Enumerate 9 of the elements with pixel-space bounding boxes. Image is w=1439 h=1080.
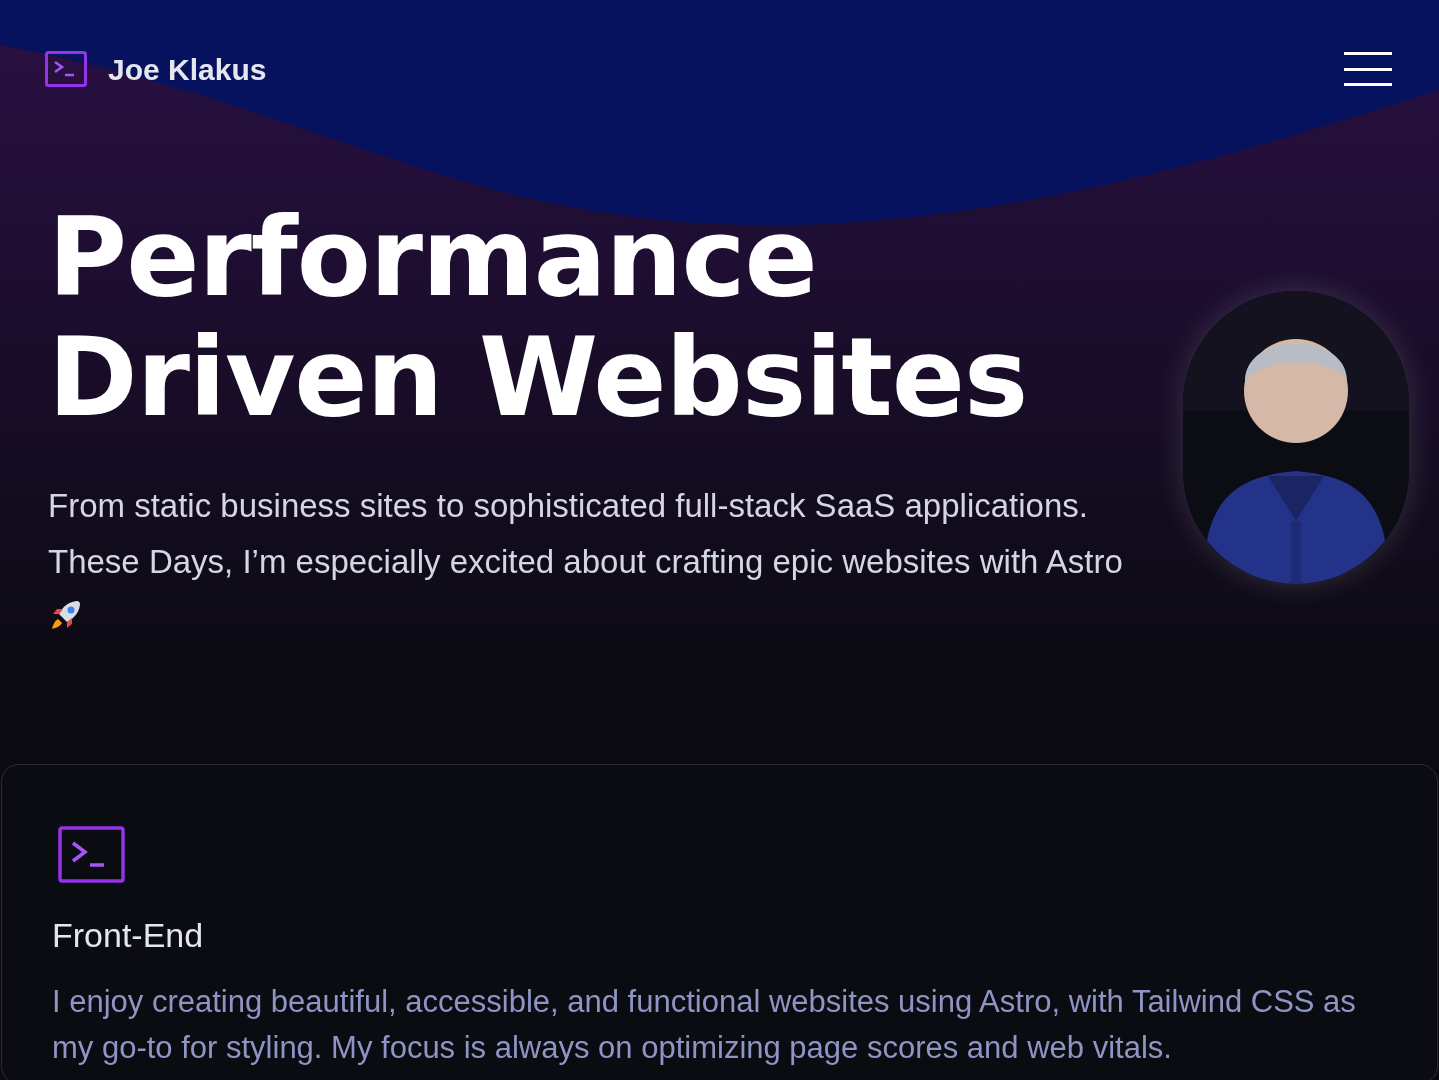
intro-paragraph: From static business sites to sophisticated full-stack SaaS applications. These Days, I’m especially excited about crafting epic websites with Astro — [48, 478, 1163, 646]
card-title: Front-End — [52, 915, 205, 955]
hero-title-line: Driven Websites — [48, 318, 1028, 438]
card-description: I enjoy creating beautiful, accessible, and functional websites using Astro, with Tailwind CSS as my go-to for styling. My focus is always on optimizing page scores and web vitals. — [52, 983, 1357, 1067]
terminal-icon[interactable] — [45, 51, 87, 87]
terminal-icon — [58, 826, 125, 883]
menu-button[interactable] — [1344, 50, 1392, 88]
hero-title-line: Performance — [48, 198, 817, 318]
brand-link[interactable]: Joe Klakus — [108, 46, 267, 92]
